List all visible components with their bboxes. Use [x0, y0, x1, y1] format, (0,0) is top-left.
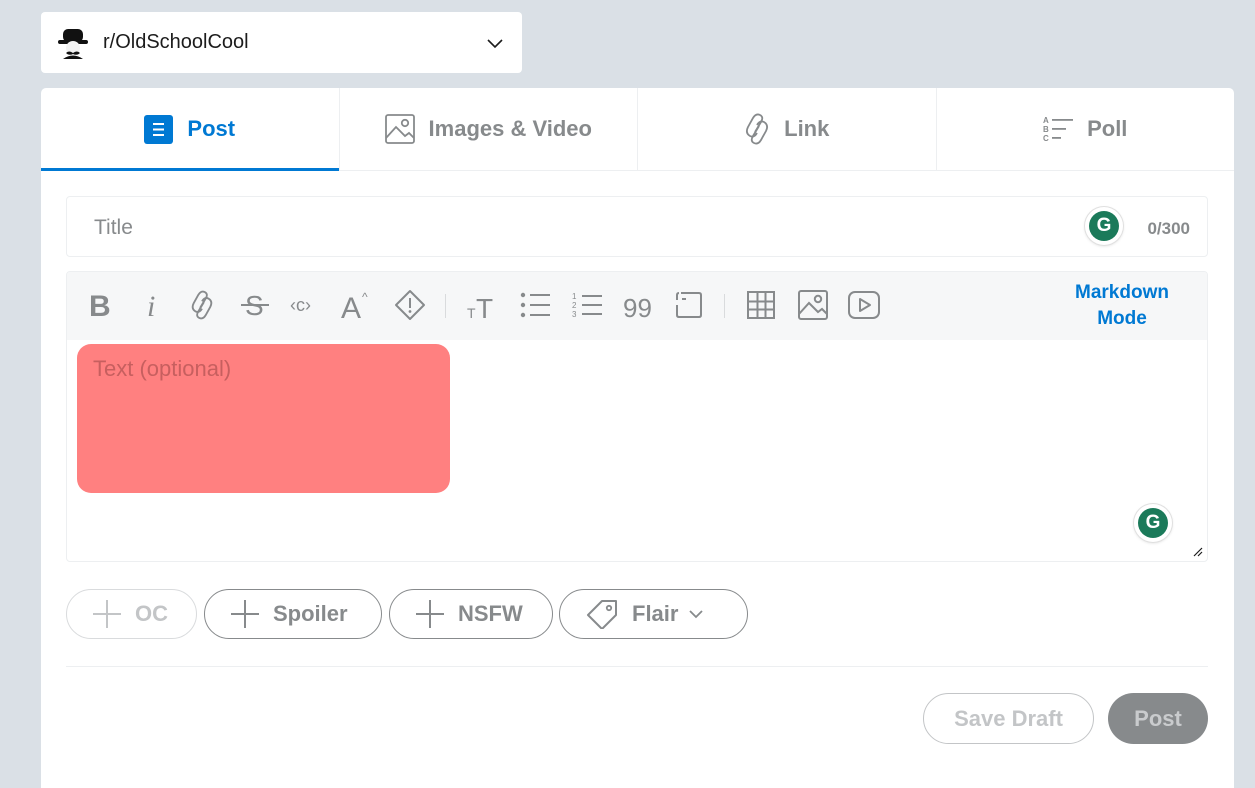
- table-icon[interactable]: [743, 286, 779, 324]
- chevron-down-icon: [487, 39, 503, 49]
- title-char-counter: 0/300: [1147, 219, 1190, 238]
- strikethrough-icon[interactable]: S: [237, 286, 273, 324]
- tab-label: Poll: [1087, 116, 1128, 141]
- flair-button[interactable]: Flair: [559, 589, 748, 639]
- bulleted-list-icon[interactable]: [517, 286, 553, 324]
- link-icon[interactable]: [184, 286, 220, 324]
- svg-text:^: ^: [362, 290, 368, 304]
- svg-text:99: 99: [623, 293, 652, 318]
- plus-icon: [231, 600, 259, 628]
- toolbar-divider: [724, 294, 725, 318]
- document-icon: [144, 114, 174, 144]
- plus-icon: [93, 600, 121, 628]
- heading-icon[interactable]: TT: [464, 286, 500, 324]
- code-block-icon[interactable]: [671, 286, 707, 324]
- chevron-down-icon: [689, 610, 704, 619]
- nsfw-button[interactable]: NSFW: [389, 589, 553, 639]
- flair-label: Flair: [632, 601, 679, 626]
- image-icon: [384, 114, 415, 144]
- post-type-tabs: Post Images & Video Link A B C Poll: [41, 88, 1234, 171]
- text-editor: B i S ‹c› A ^ TT 1 2 3 99 Markdown Mode …: [66, 271, 1208, 562]
- tab-label: Images & Video: [428, 116, 592, 141]
- body-textarea[interactable]: Text (optional) G: [67, 340, 1207, 561]
- superscript-icon[interactable]: A ^: [339, 286, 375, 324]
- svg-text:‹c›: ‹c›: [290, 295, 311, 315]
- spoiler-label: Spoiler: [273, 601, 348, 626]
- tab-label: Link: [784, 116, 830, 141]
- nsfw-label: NSFW: [458, 601, 523, 626]
- community-name: r/OldSchoolCool: [103, 31, 249, 53]
- spoiler-button[interactable]: Spoiler: [204, 589, 382, 639]
- resize-handle-icon[interactable]: [1193, 547, 1203, 557]
- svg-text:B: B: [1043, 125, 1049, 134]
- numbered-list-icon[interactable]: 123: [569, 286, 605, 324]
- tag-icon: [587, 600, 617, 629]
- tab-images-video[interactable]: Images & Video: [340, 88, 638, 170]
- grammarly-icon[interactable]: G: [1134, 504, 1172, 542]
- tab-link[interactable]: Link: [638, 88, 937, 170]
- title-input[interactable]: [67, 197, 1056, 258]
- grammarly-icon[interactable]: G: [1085, 207, 1123, 245]
- community-avatar: [54, 24, 92, 62]
- tab-post[interactable]: Post: [41, 88, 340, 171]
- tab-poll[interactable]: A B C Poll: [937, 88, 1235, 170]
- svg-text:3: 3: [572, 310, 577, 319]
- svg-text:B: B: [89, 290, 111, 320]
- community-selector[interactable]: r/OldSchoolCool: [41, 12, 522, 73]
- svg-text:A: A: [341, 292, 361, 321]
- oc-label: OC: [135, 601, 168, 626]
- inline-code-icon[interactable]: ‹c›: [289, 286, 325, 324]
- image-icon[interactable]: [795, 286, 831, 324]
- svg-text:1: 1: [572, 292, 577, 301]
- plus-icon: [416, 600, 444, 628]
- post-button[interactable]: Post: [1108, 693, 1208, 744]
- quote-block-icon[interactable]: 99: [620, 286, 656, 324]
- create-post-card: Post Images & Video Link A B C Poll Titl…: [41, 88, 1234, 788]
- title-field-container: G 0/300: [66, 196, 1208, 258]
- svg-text:A: A: [1043, 116, 1049, 125]
- save-draft-button[interactable]: Save Draft: [923, 693, 1094, 744]
- svg-text:T: T: [467, 305, 476, 320]
- spoiler-icon[interactable]: [392, 286, 428, 324]
- body-placeholder: Text (optional): [93, 356, 232, 381]
- svg-text:C: C: [1043, 134, 1049, 143]
- oc-button[interactable]: OC: [66, 589, 197, 639]
- svg-text:2: 2: [572, 301, 577, 310]
- italic-icon[interactable]: i: [134, 286, 170, 324]
- tab-label: Post: [187, 116, 236, 141]
- divider: [66, 666, 1208, 667]
- svg-text:i: i: [147, 290, 155, 320]
- video-icon[interactable]: [846, 286, 882, 324]
- bold-icon[interactable]: B: [81, 286, 117, 324]
- svg-text:T: T: [476, 293, 493, 320]
- link-icon: [746, 113, 769, 145]
- toolbar-divider: [445, 294, 446, 318]
- markdown-mode-toggle[interactable]: Markdown Mode: [1067, 280, 1177, 332]
- poll-icon: A B C: [1043, 116, 1074, 143]
- editor-toolbar: B i S ‹c› A ^ TT 1 2 3 99 Markdown Mode: [67, 272, 1207, 340]
